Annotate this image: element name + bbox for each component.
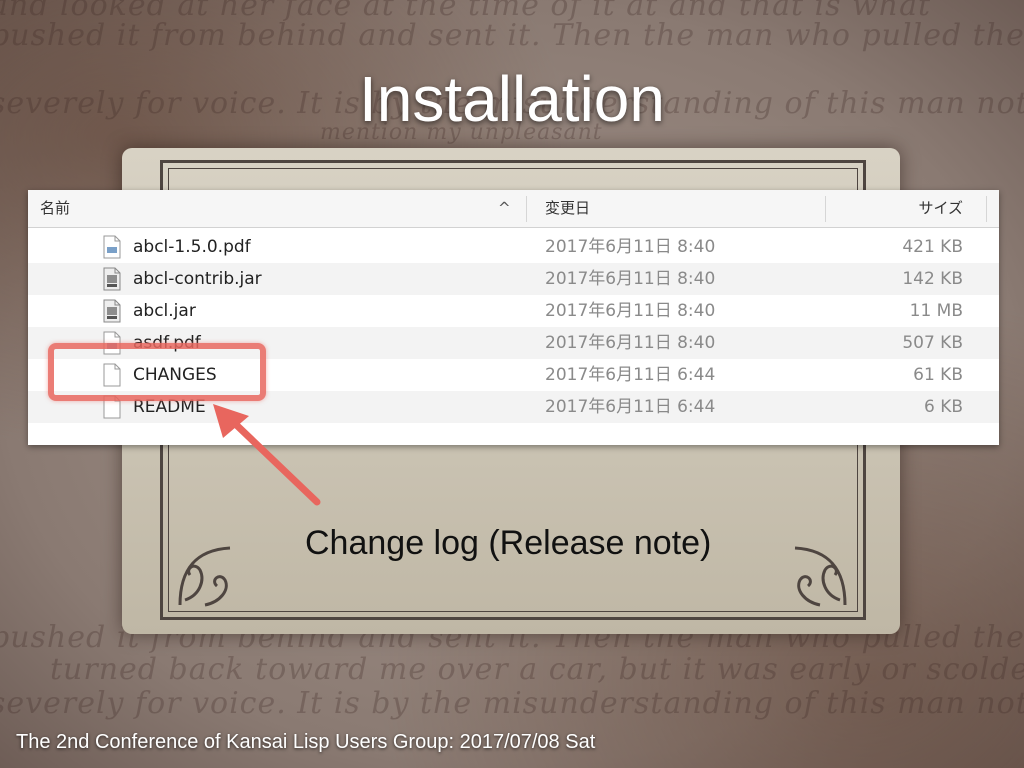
file-row[interactable]: abcl.jar 2017年6月11日 8:40 11 MB [28,295,999,327]
pdf-document-icon [103,235,121,259]
slide-title: Installation [359,63,665,135]
column-divider[interactable] [986,196,987,222]
jar-archive-icon [103,299,121,323]
column-header-row: 名前 ^ 変更日 サイズ [28,190,999,228]
file-modified-date: 2017年6月11日 8:40 [545,301,716,321]
file-modified-date: 2017年6月11日 8:40 [545,237,716,257]
background-script-text: pushed it from behind and sent it. Then … [0,18,1024,53]
column-header-name[interactable]: 名前 [40,190,70,227]
callout-text: Change log (Release note) [305,524,712,562]
file-size: 421 KB [902,237,963,257]
file-name: abcl.jar [133,301,196,321]
file-size: 507 KB [902,333,963,353]
file-modified-date: 2017年6月11日 6:44 [545,365,716,385]
file-size: 61 KB [913,365,963,385]
sort-ascending-icon[interactable]: ^ [498,190,511,227]
file-size: 142 KB [902,269,963,289]
background-script-text: turned back toward me over a car, but it… [50,652,1024,687]
corner-ornament-icon [178,546,231,607]
file-modified-date: 2017年6月11日 8:40 [545,269,716,289]
file-name: abcl-contrib.jar [133,269,262,289]
file-row[interactable]: abcl-1.5.0.pdf 2017年6月11日 8:40 421 KB [28,231,999,263]
file-name: abcl-1.5.0.pdf [133,237,251,257]
file-modified-date: 2017年6月11日 6:44 [545,397,716,417]
file-size: 6 KB [923,397,963,417]
column-header-size[interactable]: サイズ [918,190,963,227]
corner-ornament-icon [794,546,847,607]
jar-archive-icon [103,267,121,291]
background-script-text: severely for voice. It is by the misunde… [0,686,1024,721]
column-header-date[interactable]: 変更日 [545,190,590,227]
slide-footer: The 2nd Conference of Kansai Lisp Users … [16,731,596,753]
column-divider[interactable] [526,196,527,222]
column-divider[interactable] [825,196,826,222]
file-size: 11 MB [909,301,963,321]
file-modified-date: 2017年6月11日 8:40 [545,333,716,353]
finder-file-list: 名前 ^ 変更日 サイズ abcl-1.5.0.pdf 2017年6月11日 8… [28,190,999,445]
changes-highlight-box [48,343,266,401]
annotation-arrow-icon [213,404,321,506]
file-row[interactable]: abcl-contrib.jar 2017年6月11日 8:40 142 KB [28,263,999,295]
